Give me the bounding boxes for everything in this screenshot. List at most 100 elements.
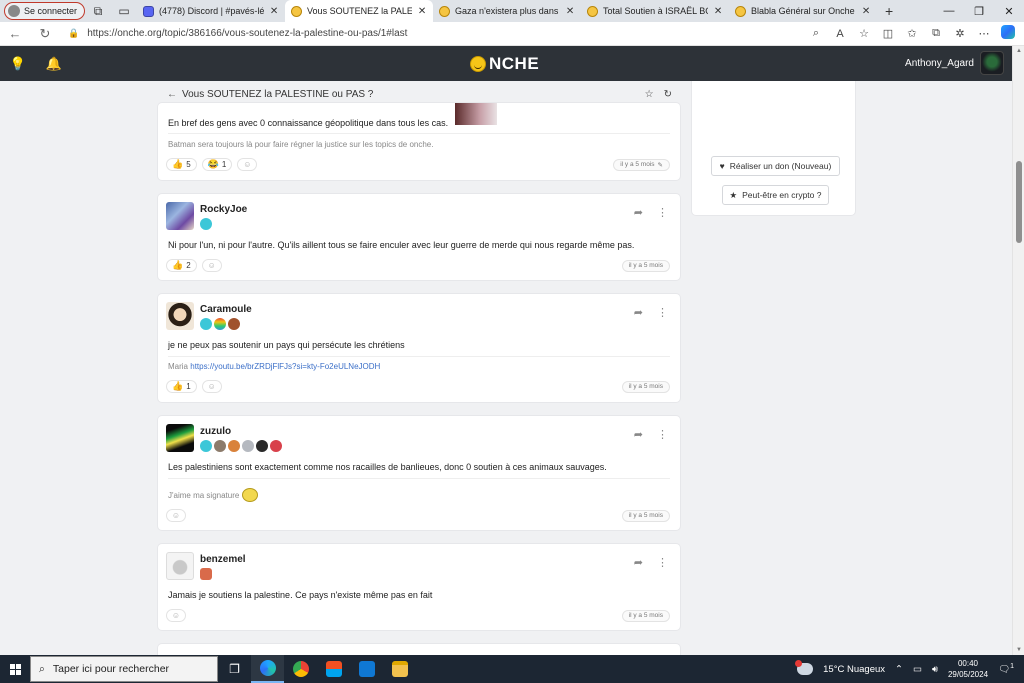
reaction-laugh[interactable]: 😂 1 [201,158,233,171]
signature-text: J'aime ma signature [168,490,240,500]
taskbar-search[interactable]: ⌕ Taper ici pour rechercher [30,656,218,682]
battery-icon[interactable]: ▭ [913,664,922,675]
back-icon[interactable]: ← [0,26,30,41]
tab-blabla[interactable]: Blabla Général sur Onche ✕ [729,0,877,22]
add-reaction-button[interactable]: ☺ [201,259,222,272]
profile-button[interactable]: Se connecter [4,2,86,20]
file-explorer-icon[interactable] [383,655,416,683]
store-app-icon[interactable] [317,655,350,683]
tab-total-soutien[interactable]: Total Soutien à ISRAËL BORDEL ✕ [581,0,729,22]
lightbulb-icon[interactable]: 💡 [0,56,36,72]
extensions-icon[interactable]: ✲ [948,27,972,40]
badge-icon [200,218,212,230]
avatar[interactable] [166,424,194,452]
crypto-button[interactable]: ★ Peut-être en crypto ? [722,185,829,205]
minimize-icon[interactable]: — [934,0,964,22]
add-reaction-button[interactable]: ☺ [237,158,258,171]
chrome-app-icon[interactable] [284,655,317,683]
search-placeholder: Taper ici pour rechercher [52,663,170,675]
close-tab-icon[interactable]: ✕ [565,6,575,17]
copilot-icon[interactable] [996,25,1020,42]
clock[interactable]: 00:40 29/05/2024 [948,658,988,680]
scroll-up-icon[interactable]: ▲ [1015,48,1023,54]
page-scrollbar[interactable]: ▲ ▼ [1012,46,1024,655]
avatar[interactable] [166,302,194,330]
collections-icon[interactable]: ⧉ [924,27,948,40]
tab-discord[interactable]: (4778) Discord | #pavés-légendaires ✕ [137,0,285,22]
donate-button[interactable]: ♥ Réaliser un don (Nouveau) [711,156,840,176]
timestamp-text: il y a 5 mois [628,383,663,390]
favorite-topic-icon[interactable]: ☆ [645,89,654,100]
share-icon[interactable]: ➦ [634,306,643,319]
close-tab-icon[interactable]: ✕ [417,6,427,17]
more-options-icon[interactable]: ⋮ [657,556,668,569]
badge-icon [214,318,226,330]
start-button[interactable] [0,663,30,675]
workspaces-icon[interactable]: ⧉ [85,0,111,22]
close-window-icon[interactable]: ✕ [994,0,1024,22]
badge-icon [256,440,268,452]
weather-icon[interactable] [795,660,814,675]
favorites-icon[interactable]: ✩ [900,27,924,40]
chevron-up-icon[interactable]: ⌃ [895,664,903,675]
post-author[interactable]: RockyJoe [200,204,247,215]
profile-label: Se connecter [24,6,78,16]
avatar[interactable] [166,202,194,230]
scroll-down-icon[interactable]: ▼ [1015,647,1023,653]
site-info-icon[interactable]: 🔒 [68,28,79,39]
sidebar-panel: ♥ Réaliser un don (Nouveau) ★ Peut-être … [692,81,855,215]
new-tab-button[interactable]: + [877,3,901,19]
post-author[interactable]: zuzulo [200,426,282,437]
back-arrow-icon[interactable]: ← [167,89,177,100]
close-tab-icon[interactable]: ✕ [713,6,723,17]
topic-title[interactable]: Vous SOUTENEZ la PALESTINE ou PAS ? [182,89,373,100]
weather-text[interactable]: 15°C Nuageux [823,664,885,675]
site-logo[interactable]: NCHE [470,54,539,74]
mail-app-icon[interactable] [350,655,383,683]
volume-icon[interactable]: 🔊︎ [932,664,938,675]
maximize-icon[interactable]: ❐ [964,0,994,22]
post-author[interactable]: benzemel [200,554,246,565]
add-reaction-button[interactable]: ☺ [201,380,222,393]
share-icon[interactable]: ➦ [634,428,643,441]
split-screen-icon[interactable]: ◫ [876,27,900,40]
post-author[interactable]: Caramoule [200,304,252,315]
signature-link[interactable]: https://youtu.be/brZRDjFlFJs?si=kty-Fo2e… [190,362,380,371]
bell-icon[interactable]: 🔔 [36,56,72,72]
more-options-icon[interactable]: ⋮ [657,306,668,319]
add-reaction-button[interactable]: ☺ [166,509,186,522]
refresh-icon[interactable]: ↻ [30,26,60,42]
avatar[interactable] [166,552,194,580]
more-menu-icon[interactable]: ⋯ [972,27,996,40]
more-options-icon[interactable]: ⋮ [657,428,668,441]
task-view-icon[interactable]: ❐ [218,655,251,683]
browser-tab-strip: Se connecter ⧉ ▭ (4778) Discord | #pavés… [0,0,1024,22]
reaction-thumbs-up[interactable]: 👍 5 [166,158,197,171]
notification-count: 1 [1010,662,1014,670]
tab-gaza[interactable]: Gaza n'existera plus dans 48 heures ✕ [433,0,581,22]
close-tab-icon[interactable]: ✕ [269,6,279,17]
close-tab-icon[interactable]: ✕ [861,6,871,17]
edit-pencil-icon[interactable]: ✎ [658,161,663,169]
reaction-thumbs-up[interactable]: 👍 2 [166,259,197,272]
crypto-label: Peut-être en crypto ? [742,190,822,200]
tab-vous-soutenez[interactable]: Vous SOUTENEZ la PALESTINE ou PAS ? ✕ [285,0,434,22]
add-reaction-button[interactable]: ☺ [166,609,186,622]
user-avatar[interactable] [980,51,1004,75]
more-options-icon[interactable]: ⋮ [657,206,668,219]
share-icon[interactable]: ➦ [634,556,643,569]
scrollbar-thumb[interactable] [1016,161,1022,243]
tab-actions-icon[interactable]: ▭ [111,0,137,22]
share-icon[interactable]: ➦ [634,206,643,219]
favorite-star-icon[interactable]: ☆ [852,27,876,40]
url-field[interactable]: 🔒 https://onche.org/topic/386166/vous-so… [60,24,804,44]
refresh-topic-icon[interactable]: ↻ [664,89,672,100]
notification-icon[interactable]: 🗨︎1 [998,663,1014,675]
windows-taskbar: ⌕ Taper ici pour rechercher ❐ 15°C Nuage… [0,655,1024,683]
read-aloud-icon[interactable]: A [828,28,852,40]
user-menu[interactable]: Anthony_Agard [905,51,1004,75]
edge-app-icon[interactable] [251,655,284,683]
reaction-thumbs-up[interactable]: 👍 1 [166,380,197,393]
zoom-icon[interactable]: ⌕ [804,27,828,40]
post-card: zuzulo ➦ ⋮ Les palestiniens sont exacteme… [158,416,680,530]
